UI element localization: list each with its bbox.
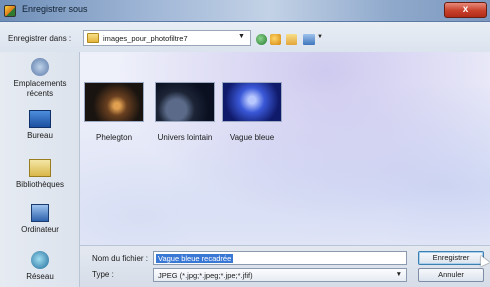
file-thumbnail: [222, 82, 282, 122]
toolbar: Enregistrer dans : images_pour_photofilt…: [0, 22, 490, 52]
back-icon[interactable]: [256, 34, 267, 45]
up-folder-icon[interactable]: [270, 34, 281, 45]
place-network[interactable]: Réseau: [0, 251, 80, 282]
desktop-icon: [29, 110, 51, 128]
place-desktop[interactable]: Bureau: [0, 110, 80, 141]
place-label: Ordinateur: [21, 225, 59, 234]
close-button[interactable]: x: [444, 2, 487, 18]
filetype-label: Type :: [92, 270, 114, 279]
views-icon[interactable]: [303, 34, 315, 45]
window-title: Enregistrer sous: [22, 4, 88, 14]
places-bar: Emplacements récents Bureau Bibliothèque…: [0, 52, 80, 287]
chevron-down-icon: ▼: [238, 33, 245, 40]
chevron-down-icon: ▼: [395, 271, 402, 278]
file-thumbnail: [84, 82, 144, 122]
cancel-button[interactable]: Annuler: [418, 268, 484, 282]
title-bar: Enregistrer sous x: [0, 0, 490, 22]
filetype-value: JPEG (*.jpg;*.jpeg;*.jpe;*.jfif): [158, 271, 253, 280]
file-thumbnail: [155, 82, 215, 122]
file-item[interactable]: Vague bleue: [222, 82, 282, 142]
filename-value: Vague bleue recadrée: [156, 254, 234, 263]
file-name: Univers lointain: [157, 133, 213, 142]
save-options-panel: Nom du fichier : Vague bleue recadrée Ty…: [80, 245, 490, 287]
folder-icon: [87, 33, 99, 43]
place-computer[interactable]: Ordinateur: [0, 204, 80, 235]
place-label: Bureau: [27, 131, 53, 140]
recent-places-icon: [31, 58, 49, 76]
save-button[interactable]: Enregistrer: [418, 251, 484, 265]
current-folder: images_pour_photofiltre7: [103, 34, 188, 43]
save-in-label: Enregistrer dans :: [8, 34, 72, 43]
file-list-view[interactable]: Phelegton Univers lointain Vague bleue: [80, 52, 490, 245]
place-label: Réseau: [26, 272, 54, 281]
place-recent[interactable]: Emplacements récents: [0, 58, 80, 99]
libraries-icon: [29, 159, 51, 177]
folder-dropdown[interactable]: images_pour_photofiltre7 ▼: [83, 30, 251, 46]
file-name: Phelegton: [95, 133, 133, 142]
filetype-select[interactable]: JPEG (*.jpg;*.jpeg;*.jpe;*.jfif) ▼: [153, 268, 407, 282]
place-label: Bibliothèques: [15, 180, 65, 189]
network-icon: [31, 251, 49, 269]
filename-label: Nom du fichier :: [92, 254, 149, 263]
file-item[interactable]: Phelegton: [84, 82, 144, 142]
place-label: récents: [26, 89, 54, 98]
views-chevron-down-icon[interactable]: ▼: [317, 34, 323, 40]
filename-input[interactable]: Vague bleue recadrée: [153, 251, 407, 265]
file-item[interactable]: Univers lointain: [152, 82, 218, 142]
new-folder-icon[interactable]: [286, 34, 297, 45]
app-icon: [4, 5, 16, 17]
file-name: Vague bleue: [229, 133, 275, 142]
place-libraries[interactable]: Bibliothèques: [0, 159, 80, 190]
place-label: Emplacements: [13, 79, 67, 88]
computer-icon: [31, 204, 49, 222]
